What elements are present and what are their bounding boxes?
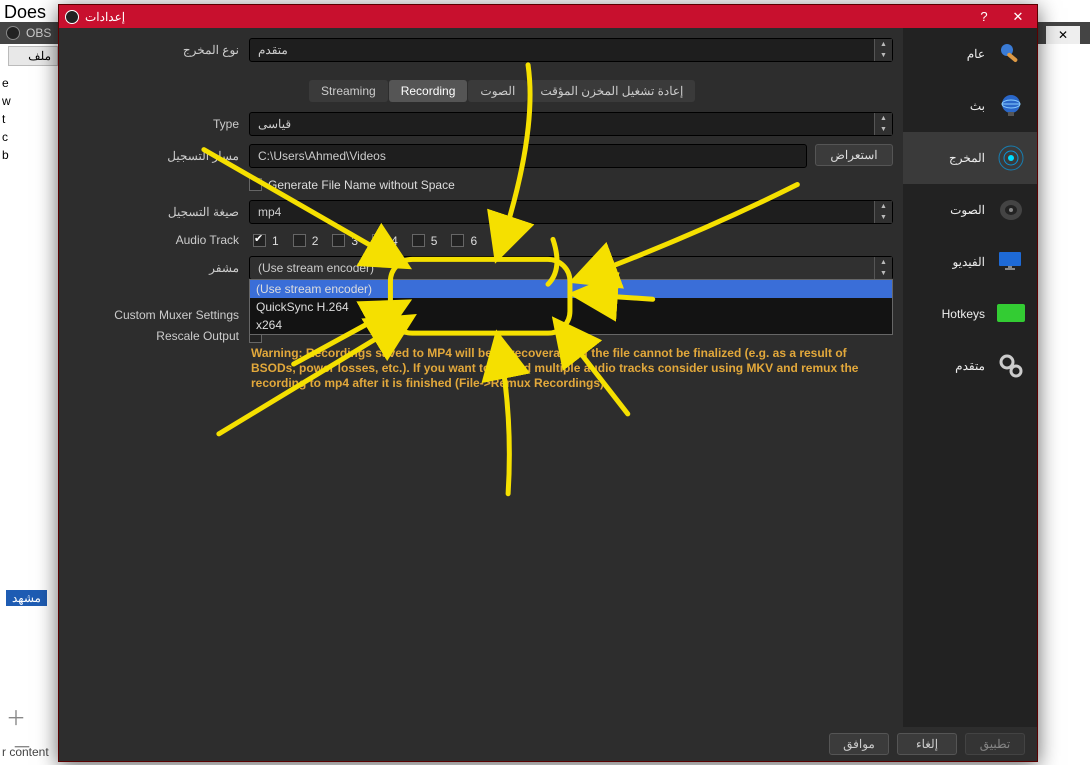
type-select[interactable]: قياسى: [249, 112, 893, 136]
track-3-checkbox[interactable]: [332, 234, 345, 247]
sidebar-item-label: عام: [967, 47, 985, 61]
track-5-checkbox[interactable]: [412, 234, 425, 247]
sidebar-item-general[interactable]: عام: [903, 28, 1037, 80]
bg-file-menu[interactable]: ملف: [8, 46, 58, 66]
sidebar-item-label: الفيديو: [952, 255, 985, 269]
tab-audio[interactable]: الصوت: [468, 80, 527, 102]
close-button[interactable]: ✕: [1005, 9, 1031, 25]
sidebar-item-video[interactable]: الفيديو: [903, 236, 1037, 288]
muxer-label: Custom Muxer Settings: [69, 308, 249, 322]
recording-format-select[interactable]: mp4: [249, 200, 893, 224]
sidebar-item-label: المخرج: [949, 151, 985, 165]
encoder-dropdown: (Use stream encoder) QuickSync H.264 x26…: [249, 279, 893, 335]
sidebar-item-advanced[interactable]: متقدم: [903, 340, 1037, 392]
audio-track-label: Audio Track: [69, 233, 249, 247]
speaker-icon: [995, 194, 1027, 226]
output-tabs: Streaming Recording الصوت إعادة تشغيل ال…: [309, 80, 893, 102]
sidebar-item-label: Hotkeys: [942, 307, 985, 321]
sidebar-item-audio[interactable]: الصوت: [903, 184, 1037, 236]
encoder-option-stream[interactable]: (Use stream encoder): [250, 280, 892, 298]
apply-button[interactable]: تطبيق: [965, 733, 1025, 755]
track-6-checkbox[interactable]: [451, 234, 464, 247]
broadcast-icon: [995, 142, 1027, 174]
sidebar-item-hotkeys[interactable]: Hotkeys: [903, 288, 1037, 340]
tab-recording[interactable]: Recording: [389, 80, 468, 102]
scene-panel: مشهد ＋ －: [6, 590, 52, 760]
dialog-titlebar: إعدادات ? ✕: [59, 5, 1037, 28]
settings-sidebar: عام بث المخرج الصوت الفيديو Hotkeys: [903, 28, 1037, 761]
encoder-option-quicksync[interactable]: QuickSync H.264: [250, 298, 892, 316]
sidebar-item-output[interactable]: المخرج: [903, 132, 1037, 184]
track-4-checkbox[interactable]: [372, 234, 385, 247]
sidebar-item-label: متقدم: [955, 359, 985, 373]
output-mode-label: نوع المخرج: [69, 43, 249, 57]
bg-close-button[interactable]: ✕: [1046, 26, 1080, 44]
wrench-icon: [995, 38, 1027, 70]
gears-icon: [995, 350, 1027, 382]
bg-partial-text: e w t c b: [2, 74, 11, 164]
type-label: Type: [69, 117, 249, 131]
tab-streaming[interactable]: Streaming: [309, 80, 388, 102]
sidebar-item-stream[interactable]: بث: [903, 80, 1037, 132]
track-2-checkbox[interactable]: [293, 234, 306, 247]
obs-logo-icon: [65, 10, 79, 24]
spinner-icon: [874, 257, 892, 279]
obs-logo-icon: [6, 26, 20, 40]
mp4-warning-text: Warning: Recordings saved to MP4 will be…: [249, 344, 893, 391]
monitor-icon: [995, 246, 1027, 278]
recording-path-label: مسار التسجيل: [69, 149, 249, 163]
keyboard-icon: [995, 298, 1027, 330]
encoder-select[interactable]: (Use stream encoder): [249, 256, 893, 280]
spinner-icon: [874, 39, 892, 61]
ok-button[interactable]: موافق: [829, 733, 889, 755]
settings-dialog: إعدادات ? ✕ عام بث المخرج الصوت: [58, 4, 1038, 762]
output-mode-select[interactable]: متقدم: [249, 38, 893, 62]
bg-obs-title: OBS: [26, 26, 51, 40]
dialog-title: إعدادات: [85, 10, 125, 24]
nospace-label: Generate File Name without Space: [268, 178, 455, 192]
track-1-checkbox[interactable]: [253, 234, 266, 247]
dialog-footer: تطبيق إلغاء موافق: [59, 727, 1037, 761]
browse-button[interactable]: استعراض: [815, 144, 893, 166]
encoder-label: مشفر: [69, 261, 249, 275]
globe-icon: [995, 90, 1027, 122]
scene-add-button[interactable]: ＋: [6, 708, 26, 730]
bg-bottom-text: r content: [2, 745, 49, 759]
help-button[interactable]: ?: [971, 9, 997, 24]
encoder-option-x264[interactable]: x264: [250, 316, 892, 334]
recording-format-label: صيغة التسجيل: [69, 205, 249, 219]
recording-path-input[interactable]: C:\Users\Ahmed\Videos: [249, 144, 807, 168]
spinner-icon: [874, 113, 892, 135]
output-panel: نوع المخرج متقدم Streaming Recording الص…: [59, 28, 903, 761]
cancel-button[interactable]: إلغاء: [897, 733, 957, 755]
sidebar-item-label: بث: [970, 99, 985, 113]
spinner-icon: [874, 201, 892, 223]
scene-label: مشهد: [6, 590, 47, 606]
nospace-checkbox[interactable]: [249, 178, 262, 191]
tab-replay-buffer[interactable]: إعادة تشغيل المخزن المؤقت: [528, 80, 695, 102]
sidebar-item-label: الصوت: [950, 203, 985, 217]
